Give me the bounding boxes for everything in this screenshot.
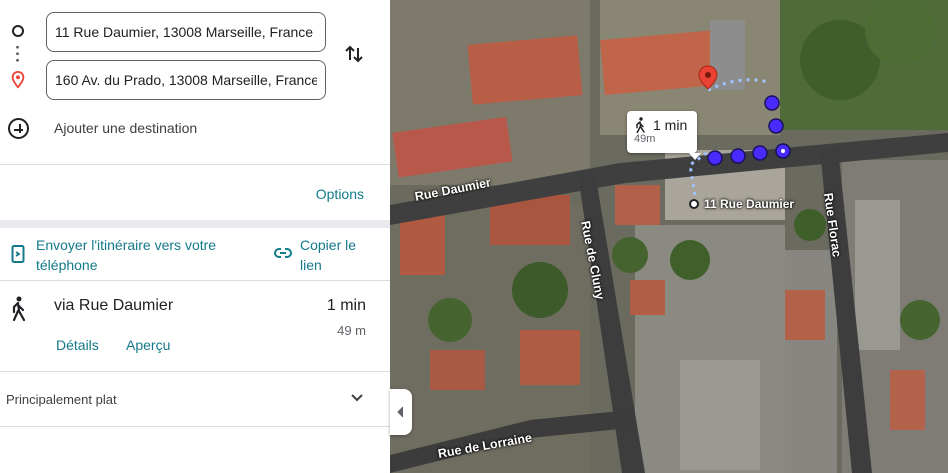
divider [0,371,390,372]
walking-icon [636,117,645,133]
copy-link-button[interactable]: Copier le lien [300,235,380,275]
overview-button[interactable]: Aperçu [126,337,170,353]
origin-input[interactable] [46,12,326,52]
dots-connector-icon [16,44,19,64]
destination-input[interactable] [46,60,326,100]
bubble-time: 1 min [653,117,688,133]
map-imagery [390,0,948,473]
route-inputs: Ajouter une destination [0,0,390,164]
chevron-left-icon [397,406,404,418]
add-destination-button[interactable]: Ajouter une destination [54,120,197,136]
satellite-map[interactable]: Rue Daumier Rue de Cluny Rue Florac Rue … [390,0,948,473]
details-button[interactable]: Détails [56,337,99,353]
divider [0,426,390,427]
route-via-label: via Rue Daumier [54,297,174,314]
walking-icon [12,296,26,322]
destination-pin-icon [11,71,25,89]
directions-panel: Ajouter une destination Options Envoyer … [0,0,390,473]
divider [0,280,390,281]
origin-circle-icon [12,25,24,37]
section-divider [0,220,390,228]
origin-map-label: 11 Rue Daumier [704,197,795,211]
send-to-phone-icon[interactable] [11,245,25,263]
route-time-bubble[interactable]: 1 min 49m [627,111,701,160]
origin-marker[interactable] [689,199,699,209]
divider [0,164,390,165]
chevron-down-icon[interactable] [350,393,364,403]
route-duration: 1 min [326,297,366,314]
options-button[interactable]: Options [316,186,364,202]
collapse-panel-button[interactable] [390,389,412,435]
send-to-phone-button[interactable]: Envoyer l'itinéraire vers votre téléphon… [36,235,256,275]
add-circle-icon[interactable] [8,118,29,139]
link-icon[interactable] [274,246,292,260]
bubble-distance: 49m [634,133,656,145]
swap-vertical-icon[interactable] [340,40,368,68]
route-distance: 49 m [337,323,366,338]
elevation-summary: Principalement plat [6,392,117,407]
